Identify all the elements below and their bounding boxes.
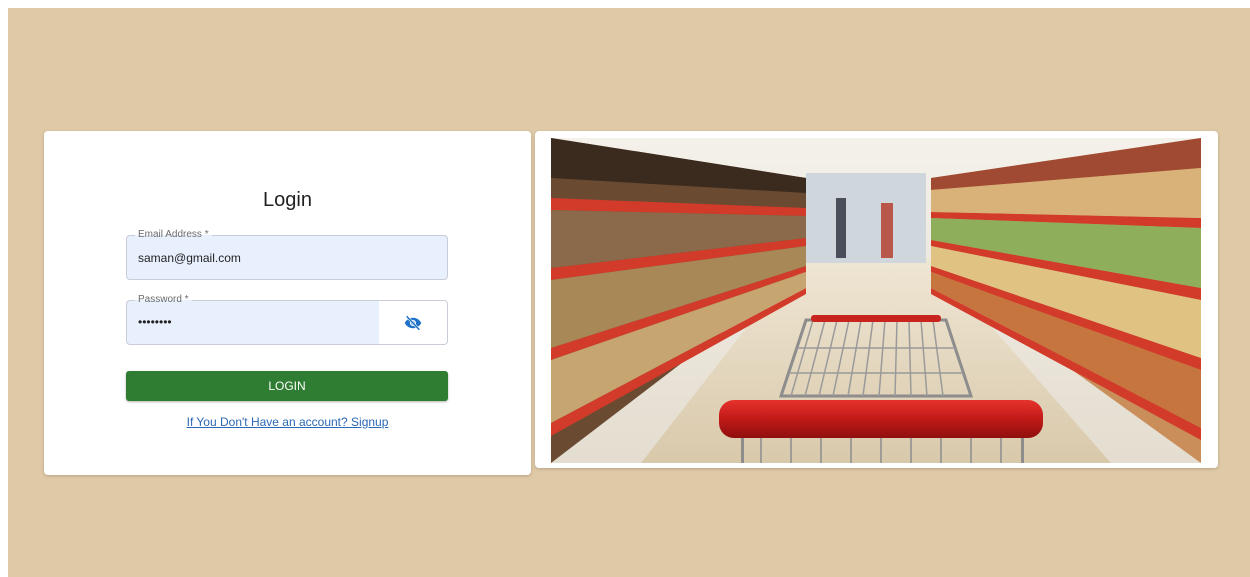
password-input[interactable]: •••••••• xyxy=(138,315,368,329)
login-button[interactable]: LOGIN xyxy=(126,371,448,401)
eye-slash-icon[interactable] xyxy=(403,314,423,332)
email-field[interactable]: Email Address * xyxy=(126,229,448,280)
password-visibility-toggle[interactable] xyxy=(379,301,447,344)
image-card xyxy=(535,131,1218,468)
login-title: Login xyxy=(263,189,312,211)
login-card: Login Email Address * Password * •••••••… xyxy=(44,131,531,475)
password-field[interactable]: Password * •••••••• xyxy=(126,294,448,345)
email-label: Email Address * xyxy=(135,229,212,241)
signup-link[interactable]: If You Don't Have an account? Signup xyxy=(44,415,531,429)
email-input[interactable] xyxy=(138,251,368,265)
supermarket-cart-image xyxy=(551,138,1201,463)
password-label: Password * xyxy=(135,294,192,306)
